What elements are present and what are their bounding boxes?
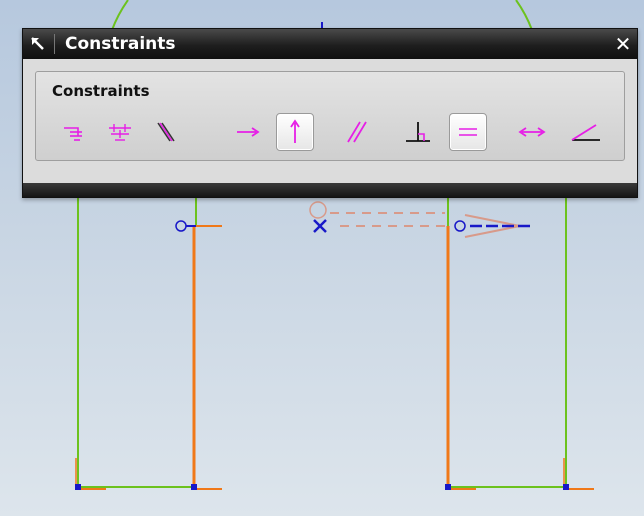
point-on-string-button[interactable] [101,113,139,151]
collinear-icon [157,122,175,142]
sketch-endpoint [445,484,451,490]
group-label: Constraints [52,82,150,100]
point-on-string-icon [109,124,131,141]
sketch-arc-right [515,0,533,31]
horizontal-button[interactable] [229,113,267,151]
perpendicular-icon [406,122,430,142]
point-on-curve-icon [64,127,82,141]
constant-length-button[interactable] [513,113,551,151]
constraints-dialog: Constraints ✕ Constraints [22,28,638,198]
sketch-endpoint [75,484,81,490]
arrow-pin-icon[interactable] [28,35,48,53]
horizontal-icon [237,127,260,137]
equal-length-icon [459,128,477,136]
equal-length-button[interactable] [449,113,487,151]
parallel-icon [347,121,367,143]
constraints-group: Constraints [35,71,625,161]
sketch-endpoint [563,484,569,490]
dialog-title: Constraints [65,34,176,54]
title-separator [54,34,55,54]
dialog-body: Constraints [23,59,637,183]
collinear-button[interactable] [147,113,185,151]
sketch-endpoint [191,484,197,490]
parallel-button[interactable] [338,113,376,151]
dialog-footer [23,183,637,197]
constant-angle-icon [571,124,600,141]
close-icon[interactable]: ✕ [611,32,635,56]
dialog-titlebar[interactable]: Constraints ✕ [23,29,637,59]
constant-angle-button[interactable] [567,113,605,151]
point-on-curve-button[interactable] [54,113,92,151]
vertical-button[interactable] [276,113,314,151]
vertical-icon [290,119,300,143]
constant-length-icon [518,127,546,137]
sketch-arc-left [111,0,129,31]
sketch-point-circle [454,220,466,232]
dimension-symbol [309,201,327,219]
perpendicular-button[interactable] [399,113,437,151]
sketch-point-circle [175,220,187,232]
